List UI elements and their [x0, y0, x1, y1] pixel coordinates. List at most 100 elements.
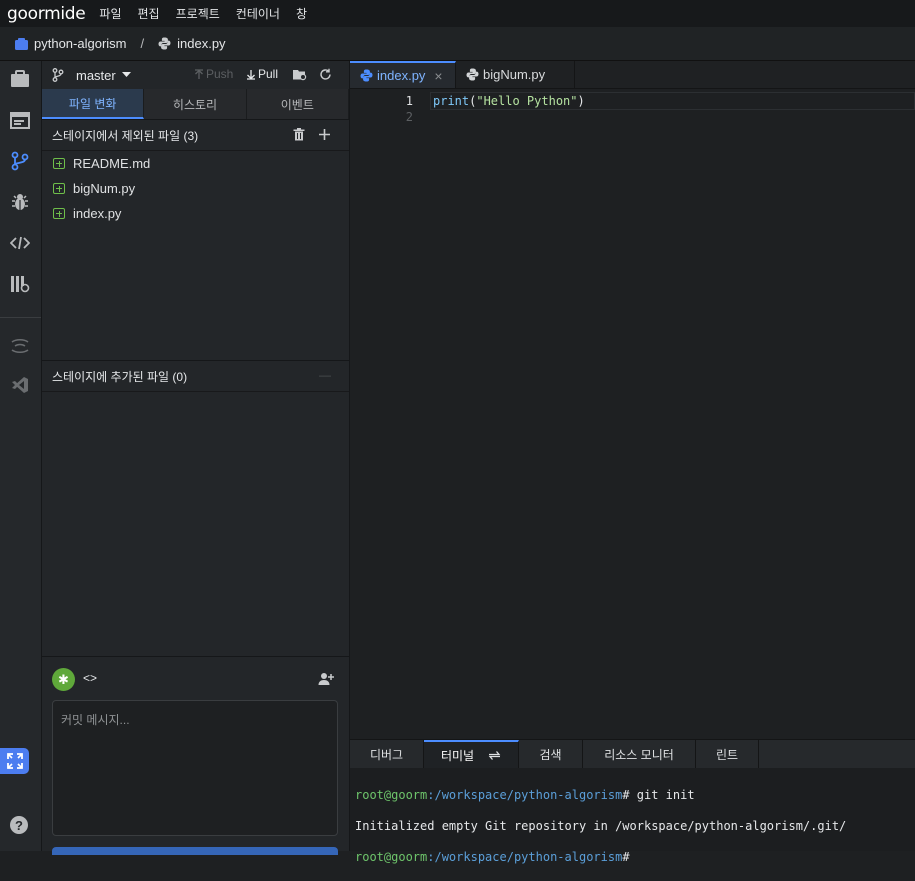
staged-title: 스테이지에 추가된 파일 (0) [52, 369, 188, 384]
breadcrumb-project-label: python-algorism [34, 36, 127, 51]
avatar: ✱ [52, 668, 75, 691]
terminal-line: Initialized empty Git repository in /wor… [355, 819, 915, 835]
tab-terminal-label: 터미널 [440, 748, 475, 763]
code-paren: ) [577, 94, 585, 108]
help-icon[interactable]: ? [10, 816, 28, 834]
breadcrumb-separator: / [140, 36, 145, 51]
project-explorer-icon[interactable] [8, 67, 32, 91]
breadcrumb-file[interactable]: index.py [158, 36, 226, 51]
outline-icon[interactable] [8, 108, 32, 132]
editor-tabs: index.py × bigNum.py [350, 61, 915, 89]
list-item[interactable]: README.md [42, 151, 349, 176]
terminal-line: root@goorm:/workspace/python-algorism# [355, 850, 915, 866]
menu-project[interactable]: 프로젝트 [176, 5, 220, 22]
python-file-icon [158, 37, 171, 50]
menu-file[interactable]: 파일 [99, 5, 121, 22]
scm-tabs: 파일 변화 히스토리 이벤트 [42, 89, 349, 120]
trash-icon[interactable] [293, 128, 305, 141]
list-item[interactable]: bigNum.py [42, 176, 349, 201]
push-label: Push [206, 67, 234, 81]
commit-area: ✱ <> 커밋 메시지... [42, 656, 349, 855]
add-user-icon[interactable] [318, 672, 334, 686]
terminal-user: root@goorm [355, 787, 428, 802]
git-branch-icon[interactable] [8, 149, 32, 173]
collapse-icon[interactable]: — [319, 368, 331, 382]
file-name: index.py [73, 206, 122, 221]
folder-settings-icon[interactable] [292, 68, 307, 81]
added-file-icon [53, 183, 65, 194]
terminal[interactable]: root@goorm:/workspace/python-algorism# g… [350, 768, 915, 864]
terminal-command: # git init [622, 787, 695, 802]
breadcrumb-project[interactable]: python-algorism [15, 36, 127, 51]
list-item[interactable]: index.py [42, 201, 349, 226]
project-folder-icon [15, 37, 28, 50]
added-file-icon [53, 158, 65, 169]
bottom-panel-tabs: 디버그 터미널 검색 리소스 모니터 린트 [350, 739, 915, 768]
live-share-icon[interactable] [8, 334, 32, 358]
push-button[interactable]: Push [194, 67, 233, 81]
terminal-prompt: # [622, 849, 630, 864]
chevron-down-icon [121, 72, 131, 77]
commit-message-input[interactable]: 커밋 메시지... [52, 700, 338, 836]
tab-bignum-py[interactable]: bigNum.py [456, 61, 575, 88]
code-editor[interactable]: 1 print("Hello Python") 2 [350, 89, 915, 738]
tab-history[interactable]: 히스토리 [144, 89, 247, 119]
push-arrow-icon [195, 68, 203, 79]
branch-name: master [76, 67, 116, 83]
branch-selector[interactable]: master [52, 68, 131, 83]
source-control-panel: master Push Pull 파일 변화 히스토리 이벤트 스테이지에서 제… [42, 61, 350, 855]
python-file-icon [466, 68, 479, 81]
commit-button[interactable] [52, 847, 338, 855]
python-file-icon [360, 69, 373, 82]
added-file-icon [53, 208, 65, 219]
tab-file-changes[interactable]: 파일 변화 [42, 89, 145, 119]
menu-bar: goormide 파일 편집 프로젝트 컨테이너 창 [0, 0, 915, 27]
tab-label: index.py [377, 68, 426, 83]
terminal-user: root@goorm [355, 849, 428, 864]
line-number: 1 [405, 94, 413, 108]
breadcrumb-file-label: index.py [177, 36, 226, 51]
unstaged-section-header: 스테이지에서 제외된 파일 (3) [42, 120, 349, 151]
menu-window[interactable]: 창 [296, 5, 307, 22]
tab-lint[interactable]: 린트 [696, 740, 759, 768]
staged-section-header: 스테이지에 추가된 파일 (0) — [42, 361, 349, 392]
app-logo: goormide [7, 3, 86, 24]
menu-container[interactable]: 컨테이너 [236, 5, 280, 22]
pull-label: Pull [258, 67, 279, 81]
tab-search[interactable]: 검색 [519, 740, 583, 768]
pull-button[interactable]: Pull [246, 67, 278, 81]
activity-bar: ? [0, 61, 42, 851]
vscode-icon[interactable] [8, 373, 32, 397]
code-line: print("Hello Python") [433, 94, 585, 108]
sync-icon[interactable] [488, 750, 501, 761]
file-name: bigNum.py [73, 181, 136, 196]
line-number: 2 [405, 110, 413, 124]
code-icon[interactable] [8, 231, 32, 255]
expand-panel-icon[interactable] [0, 748, 29, 774]
terminal-output: Initialized empty Git repository in /wor… [355, 818, 847, 833]
menu-edit[interactable]: 편집 [138, 5, 160, 22]
terminal-path: :/workspace/python-algorism [427, 787, 623, 802]
unstaged-file-list: README.md bigNum.py index.py [42, 151, 349, 361]
file-name: README.md [73, 156, 151, 171]
tab-debug[interactable]: 디버그 [350, 740, 424, 768]
terminal-line: root@goorm:/workspace/python-algorism# g… [355, 788, 915, 804]
debug-bug-icon[interactable] [8, 190, 32, 214]
library-icon[interactable] [8, 272, 32, 296]
tab-index-py[interactable]: index.py × [350, 61, 456, 88]
tab-events[interactable]: 이벤트 [246, 89, 349, 119]
tab-label: bigNum.py [483, 67, 546, 82]
pull-arrow-icon [247, 69, 255, 80]
scm-toolbar: master Push Pull [42, 61, 349, 89]
branch-icon [52, 68, 64, 82]
unstaged-title: 스테이지에서 제외된 파일 (3) [52, 128, 199, 143]
breadcrumb: python-algorism / index.py [0, 27, 915, 61]
tab-terminal[interactable]: 터미널 [424, 740, 519, 768]
code-string: "Hello Python" [476, 94, 578, 108]
close-icon[interactable]: × [434, 68, 442, 84]
code-function: print [433, 94, 470, 108]
tab-resource-monitor[interactable]: 리소스 모니터 [583, 740, 696, 768]
refresh-icon[interactable] [319, 68, 332, 81]
author-tag: <> [83, 671, 98, 685]
add-icon[interactable] [319, 129, 330, 140]
